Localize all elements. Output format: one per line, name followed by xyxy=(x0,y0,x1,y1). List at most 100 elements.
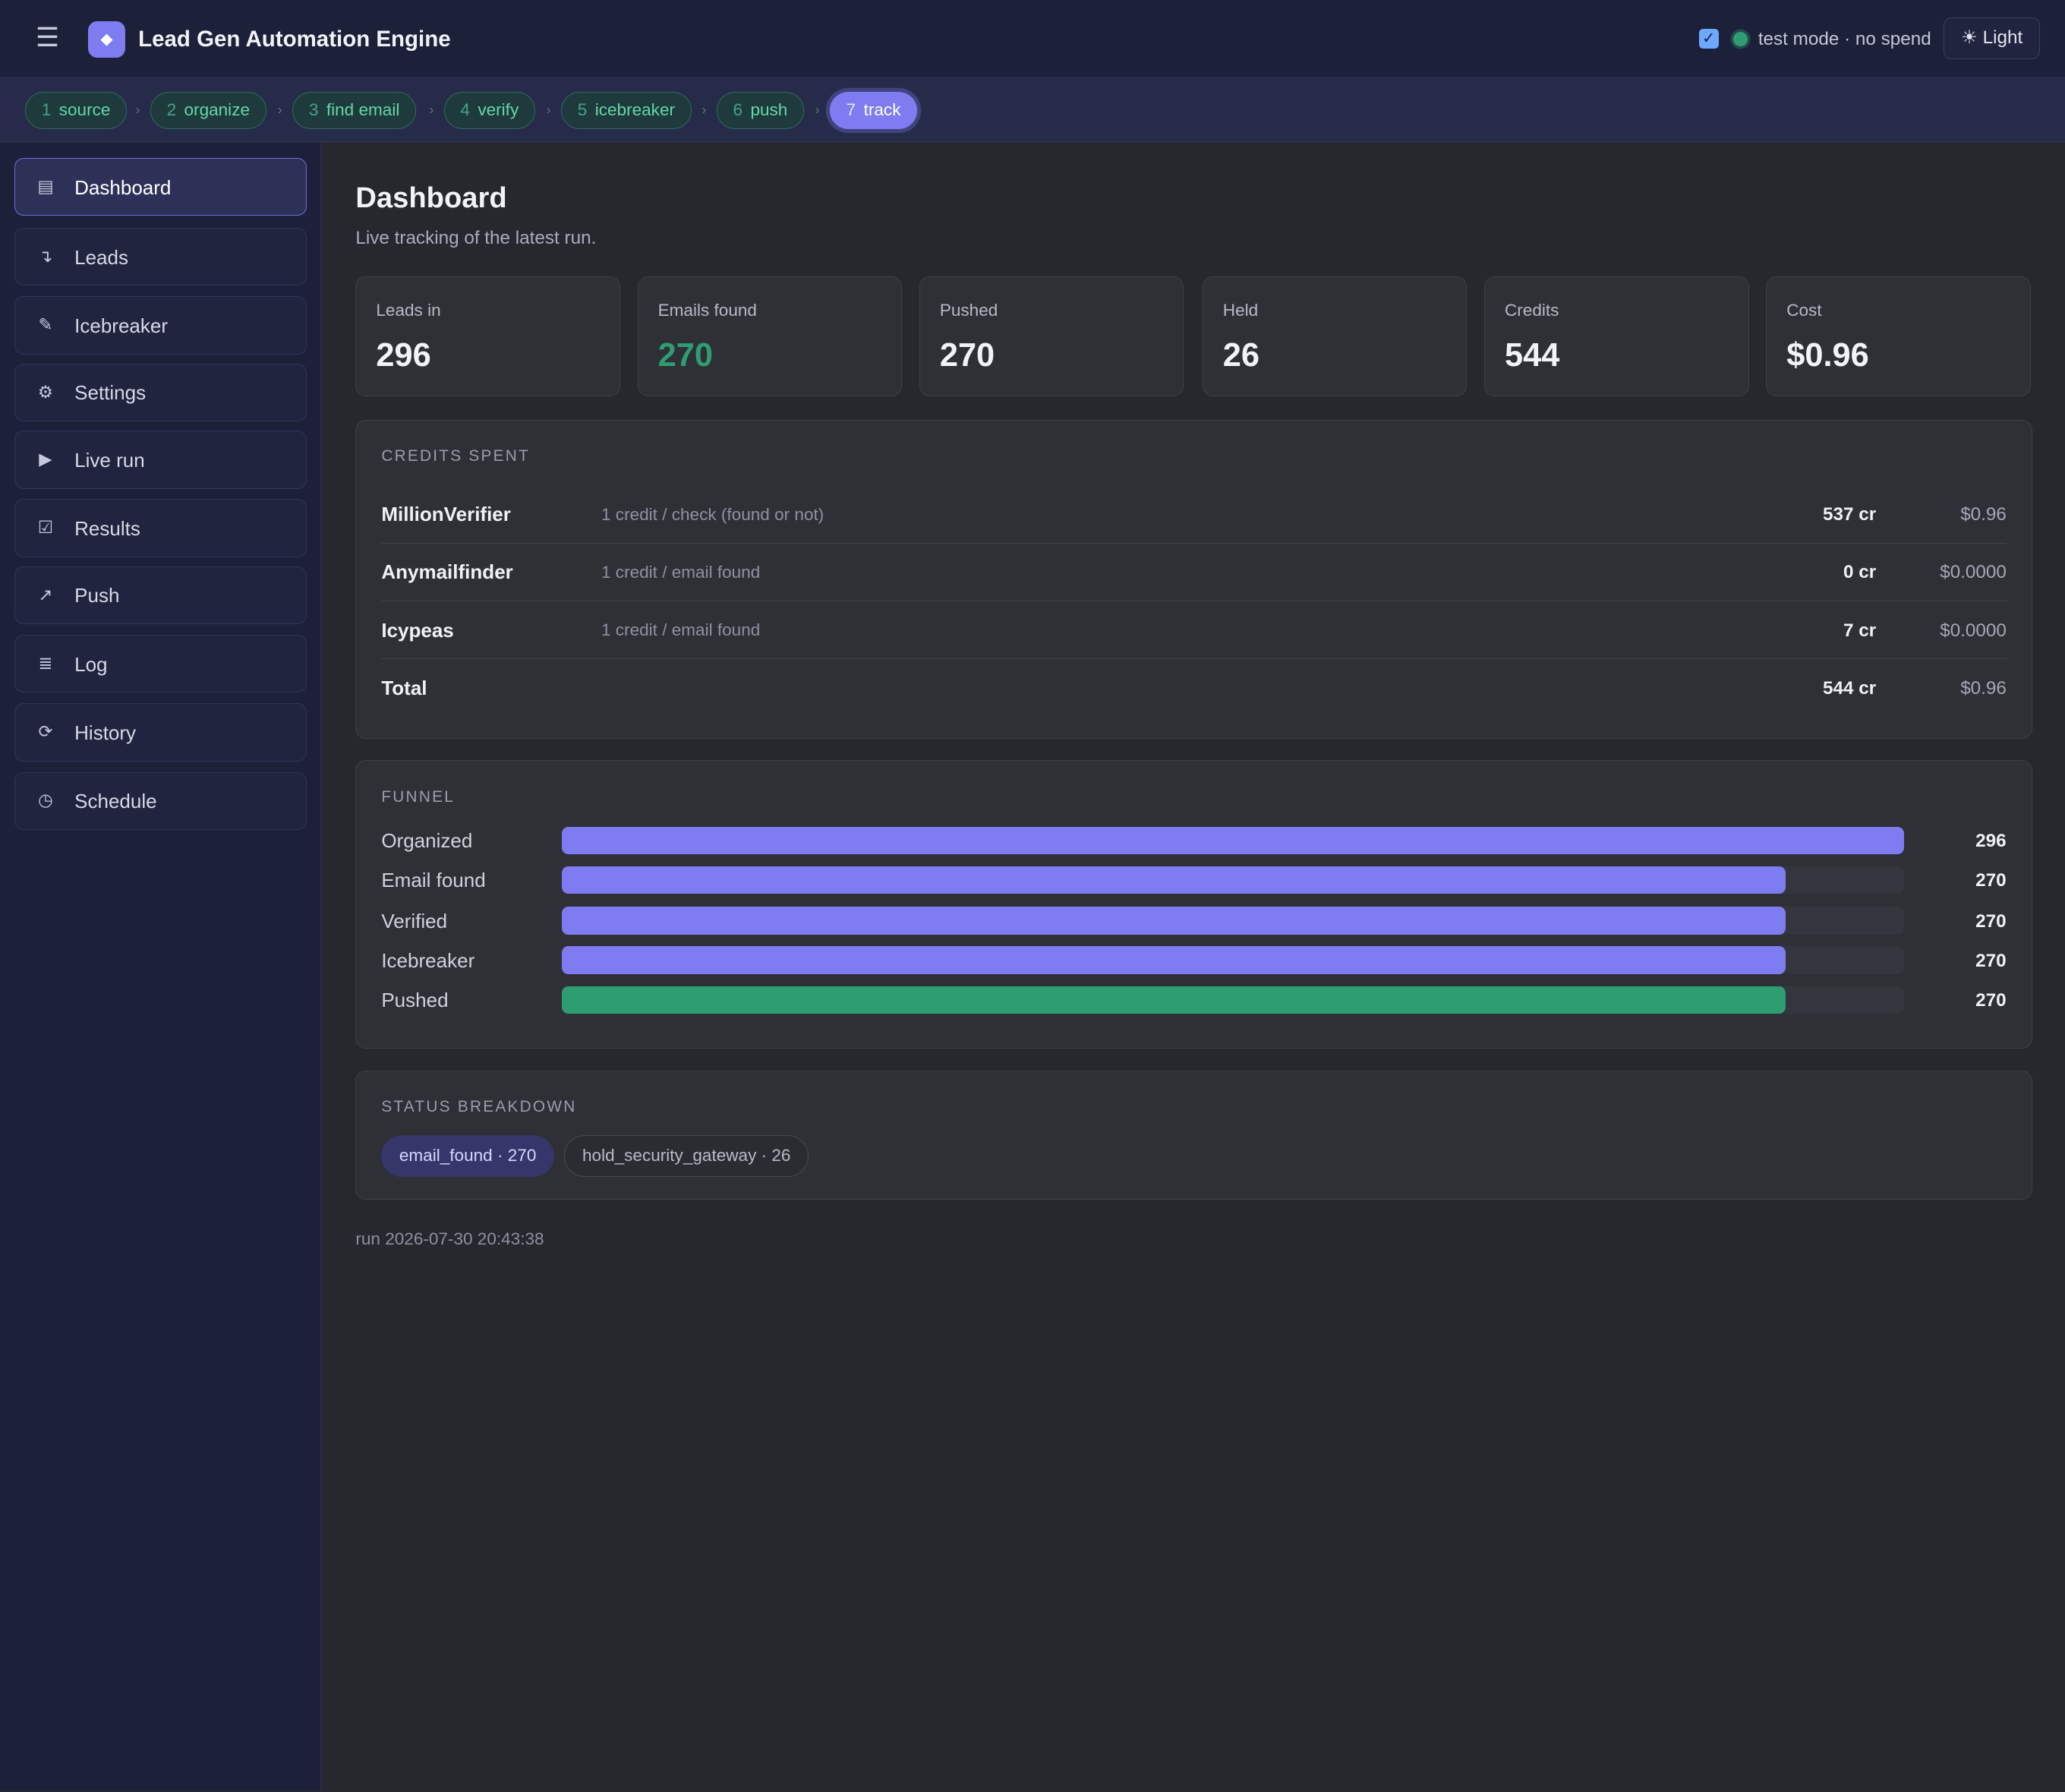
hamburger-icon[interactable]: ☰ xyxy=(34,24,61,52)
funnel-value: 296 xyxy=(1975,831,2007,852)
credit-row: Icypeas 1 credit / email found 7 cr $0.0… xyxy=(381,601,2007,660)
kpi-card-cost: Cost $0.96 xyxy=(1766,276,2031,397)
gear-icon: ⚙ xyxy=(37,382,54,402)
funnel-bar xyxy=(561,986,1786,1014)
kpi-label: Held xyxy=(1222,300,1259,320)
credits-cost: $0.96 xyxy=(1960,503,2007,525)
funnel-bar xyxy=(561,907,1786,935)
test-mode-checkbox[interactable]: ✓ xyxy=(1698,29,1719,49)
funnel-bar-track xyxy=(561,907,1904,935)
list-icon: ≣ xyxy=(38,653,53,673)
status-breakdown-card: STATUS BREAKDOWN email_found · 270 hold_… xyxy=(355,1071,2032,1200)
step-separator-icon: › xyxy=(278,101,282,117)
dashboard-icon: ▤ xyxy=(37,176,54,196)
step-find-email[interactable]: 3 find email xyxy=(292,92,417,129)
sidebar-item-label: Push xyxy=(74,584,120,607)
sidebar-item-dashboard[interactable]: ▤ Dashboard xyxy=(14,158,307,216)
funnel-label: Verified xyxy=(381,909,448,932)
page-title: Dashboard xyxy=(355,181,507,214)
kpi-card-leads-in: Leads in 296 xyxy=(355,276,621,397)
funnel-label: Organized xyxy=(381,829,473,853)
app-title: Lead Gen Automation Engine xyxy=(138,26,451,52)
provider-pricing: 1 credit / email found xyxy=(601,562,761,582)
sidebar-item-label: History xyxy=(74,721,137,744)
step-push[interactable]: 6 push xyxy=(716,92,805,129)
sidebar-item-label: Dashboard xyxy=(74,175,172,199)
funnel-bar xyxy=(561,866,1786,894)
step-separator-icon: › xyxy=(135,101,140,117)
funnel-bar xyxy=(561,826,1904,855)
provider-name: MillionVerifier xyxy=(381,502,511,525)
kpi-label: Cost xyxy=(1786,300,1822,320)
sidebar-item-icebreaker[interactable]: ✎ Icebreaker xyxy=(14,296,307,355)
kpi-label: Leads in xyxy=(376,300,441,320)
step-verify[interactable]: 4 verify xyxy=(443,92,536,129)
sidebar-item-live-run[interactable]: ▶ Live run xyxy=(14,431,307,489)
sidebar: ▤ Dashboard ↴ Leads ✎ Icebreaker ⚙ Setti… xyxy=(0,142,322,1792)
sidebar-item-history[interactable]: ⟳ History xyxy=(14,703,307,762)
provider-name: Anymailfinder xyxy=(381,560,513,584)
step-separator-icon: › xyxy=(429,101,434,117)
funnel-label: Icebreaker xyxy=(381,948,475,972)
provider-pricing: 1 credit / email found xyxy=(601,620,761,640)
sidebar-item-push[interactable]: ↗ Push xyxy=(14,566,307,625)
kpi-value: $0.96 xyxy=(1786,336,1869,374)
kpi-value: 270 xyxy=(657,336,713,374)
status-chip-email-found[interactable]: email_found · 270 xyxy=(381,1134,554,1178)
card-title: FUNNEL xyxy=(381,788,456,806)
provider-pricing: 1 credit / check (found or not) xyxy=(601,504,824,524)
checkbox-icon: ☑ xyxy=(37,518,54,538)
funnel-bar-track xyxy=(561,826,1904,855)
app-logo-icon: ◆ xyxy=(88,21,125,58)
total-cost: $0.96 xyxy=(1960,677,2007,699)
status-chip-hold-security-gateway[interactable]: hold_security_gateway · 26 xyxy=(564,1134,809,1178)
step-icebreaker[interactable]: 5 icebreaker xyxy=(560,92,692,129)
test-mode-label: test mode · no spend xyxy=(1758,29,1931,50)
refresh-icon: ⟳ xyxy=(38,722,53,742)
step-source[interactable]: 1 source xyxy=(24,92,128,129)
credits-used: 7 cr xyxy=(1843,620,1877,641)
kpi-label: Emails found xyxy=(657,300,757,320)
step-track[interactable]: 7 track xyxy=(829,92,918,129)
play-icon: ▶ xyxy=(39,450,52,469)
step-organize[interactable]: 2 organize xyxy=(150,92,266,129)
clock-icon: ◷ xyxy=(38,790,53,810)
credits-spent-card: CREDITS SPENT MillionVerifier 1 credit /… xyxy=(355,420,2032,740)
funnel-bar-track xyxy=(561,946,1904,974)
total-credits: 544 cr xyxy=(1823,677,1877,699)
funnel-value: 270 xyxy=(1975,910,2007,932)
funnel-bar xyxy=(561,946,1786,974)
card-title: CREDITS SPENT xyxy=(381,447,531,465)
sidebar-item-label: Log xyxy=(74,652,108,676)
card-title: STATUS BREAKDOWN xyxy=(381,1097,577,1115)
funnel-bar-track xyxy=(561,986,1904,1014)
step-separator-icon: › xyxy=(701,101,707,117)
sidebar-item-leads[interactable]: ↴ Leads xyxy=(14,228,307,286)
sidebar-item-results[interactable]: ☑ Results xyxy=(14,499,307,557)
kpi-label: Pushed xyxy=(939,300,998,320)
leads-icon: ↴ xyxy=(38,246,53,266)
sidebar-item-label: Leads xyxy=(74,245,129,269)
funnel-value: 270 xyxy=(1975,870,2007,891)
kpi-card-pushed: Pushed 270 xyxy=(919,276,1184,397)
funnel-label: Email found xyxy=(381,869,486,892)
credit-row: Anymailfinder 1 credit / email found 0 c… xyxy=(381,544,2007,601)
funnel-bar-track xyxy=(561,866,1904,894)
pencil-icon: ✎ xyxy=(38,315,53,335)
funnel-label: Pushed xyxy=(381,989,449,1011)
sidebar-item-log[interactable]: ≣ Log xyxy=(14,635,307,693)
sidebar-item-settings[interactable]: ⚙ Settings xyxy=(14,363,307,422)
sidebar-item-label: Schedule xyxy=(74,790,157,813)
sidebar-item-label: Results xyxy=(74,516,140,540)
run-timestamp: run 2026-07-30 20:43:38 xyxy=(355,1229,544,1249)
kpi-label: Credits xyxy=(1505,300,1559,320)
kpi-card-credits: Credits 544 xyxy=(1484,276,1749,397)
provider-name: Icypeas xyxy=(381,618,454,642)
step-separator-icon: › xyxy=(815,101,820,117)
step-separator-icon: › xyxy=(546,101,551,117)
sidebar-item-schedule[interactable]: ◷ Schedule xyxy=(14,771,307,830)
kpi-value: 296 xyxy=(376,336,431,374)
kpi-card-held: Held 26 xyxy=(1202,276,1468,397)
funnel-value: 270 xyxy=(1975,990,2007,1011)
theme-toggle-button[interactable]: ☀ Light xyxy=(1944,17,2041,60)
